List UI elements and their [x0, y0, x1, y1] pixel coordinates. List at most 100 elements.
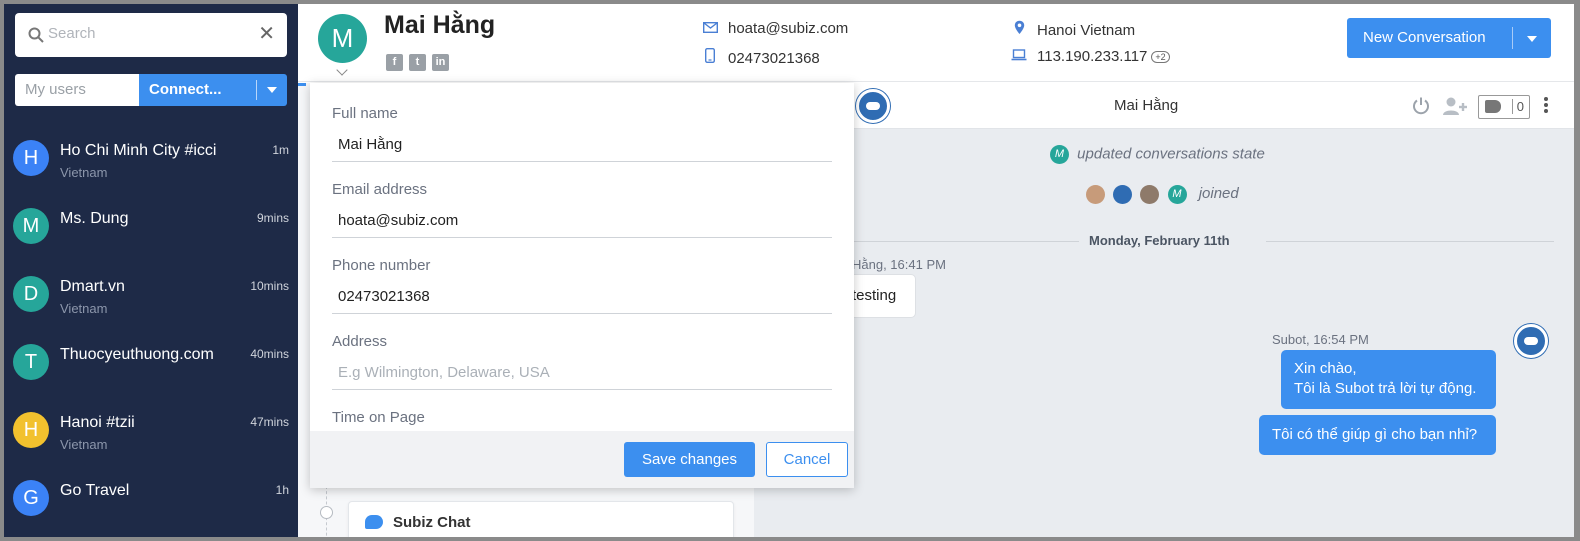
bot-avatar	[1113, 185, 1133, 204]
phone-input[interactable]: 02473021368	[338, 288, 430, 305]
user-avatar[interactable]: M	[318, 14, 367, 63]
date-label: Monday, February 11th	[1089, 233, 1230, 248]
field-label: Email address	[332, 181, 428, 198]
message-meta: Subot, 16:54 PM	[1272, 332, 1369, 347]
conversation-item[interactable]: H Ho Chi Minh City #icci Vietnam 1m	[4, 140, 298, 206]
avatar: G	[13, 480, 49, 516]
app-window: Search ✕ My users Connect... H Ho Chi Mi…	[0, 0, 1580, 541]
twitter-icon[interactable]: t	[409, 54, 426, 71]
power-icon[interactable]	[1411, 96, 1431, 116]
avatar: M	[13, 208, 49, 244]
time-on-page-field: Time on Page	[332, 409, 832, 426]
social-links: f t in	[386, 52, 455, 71]
chevron-down-icon[interactable]	[336, 64, 348, 76]
ip-extra-badge[interactable]: +2	[1151, 51, 1170, 64]
user-email: hoata@subiz.com	[702, 20, 848, 37]
my-users-filter[interactable]: My users	[15, 74, 139, 106]
conversation-location: Vietnam	[60, 437, 108, 452]
more-options-icon[interactable]	[1544, 97, 1548, 115]
conversation-item[interactable]: T Thuocyeuthuong.com 40mins	[4, 344, 298, 410]
full-name-field: Full name Mai Hằng	[332, 105, 832, 162]
linkedin-icon[interactable]: in	[432, 54, 449, 71]
chat-title: Mai Hằng	[1114, 97, 1179, 114]
conversation-time: 1h	[275, 483, 289, 497]
avatar: M	[1167, 185, 1187, 204]
conversation-item[interactable]: H Hanoi #tzii Vietnam 47mins	[4, 412, 298, 478]
search-input[interactable]: Search	[48, 25, 96, 42]
edit-user-popup: Full name Mai Hằng Email address hoata@s…	[310, 83, 854, 488]
timeline-card[interactable]: Subiz Chat	[348, 501, 734, 537]
avatar: T	[13, 344, 49, 380]
message-line: Tôi là Subot trả lời tự động.	[1294, 380, 1477, 397]
conversation-name: Go Travel	[60, 482, 130, 499]
message-line: Xin chào,	[1294, 360, 1357, 377]
user-ip: 113.190.233.117 +2	[1011, 48, 1170, 65]
conversation-name: Dmart.vn	[60, 278, 125, 295]
popup-footer: Save changes Cancel	[310, 431, 854, 488]
conversation-name: Hanoi #tzii	[60, 414, 135, 431]
save-changes-button[interactable]: Save changes	[624, 442, 755, 477]
tag-count: 0	[1511, 99, 1524, 114]
system-message: M updated conversations state	[1050, 145, 1265, 164]
system-message-text: joined	[1198, 185, 1239, 203]
location-text: Hanoi Vietnam	[1037, 22, 1136, 39]
new-conversation-label: New Conversation	[1363, 29, 1486, 46]
search-icon	[28, 27, 44, 43]
outgoing-message: Xin chào, Tôi là Subot trả lời tự động.	[1281, 350, 1496, 409]
phone-icon	[702, 47, 718, 67]
conversation-item[interactable]: D Dmart.vn Vietnam 10mins	[4, 276, 298, 342]
system-message: M joined	[1086, 185, 1239, 204]
system-message-text: updated conversations state	[1077, 145, 1265, 163]
conversation-time: 9mins	[256, 211, 289, 225]
field-label: Phone number	[332, 257, 431, 274]
avatar	[1140, 185, 1160, 204]
ip-text: 113.190.233.117	[1037, 48, 1148, 65]
conversation-item[interactable]: M Ms. Dung 9mins	[4, 208, 298, 274]
caret-down-icon[interactable]	[1527, 36, 1537, 42]
bot-avatar	[856, 89, 890, 123]
cancel-button[interactable]: Cancel	[766, 442, 848, 477]
connect-dropdown[interactable]: Connect...	[139, 74, 287, 106]
phone-field: Phone number 02473021368	[332, 257, 832, 314]
chat-toolbar: Mai Hằng 0	[754, 83, 1574, 129]
search-box[interactable]: Search ✕	[15, 13, 287, 57]
email-input[interactable]: hoata@subiz.com	[338, 212, 458, 229]
connect-label: Connect...	[149, 81, 222, 98]
avatar	[1086, 185, 1105, 204]
conversation-name: Ms. Dung	[60, 210, 129, 227]
timeline-dot	[320, 506, 333, 519]
conversation-name: Thuocyeuthuong.com	[60, 346, 214, 363]
date-separator: Monday, February 11th	[814, 231, 1554, 253]
avatar: D	[13, 276, 49, 312]
new-conversation-button[interactable]: New Conversation	[1347, 18, 1551, 58]
facebook-icon[interactable]: f	[386, 54, 403, 71]
avatar: H	[13, 140, 49, 176]
bot-avatar	[1514, 324, 1548, 358]
tag-icon	[1485, 100, 1501, 113]
user-filter: My users Connect...	[15, 74, 287, 106]
address-input[interactable]: E.g Wilmington, Delaware, USA	[338, 364, 550, 381]
conversation-time: 40mins	[250, 347, 289, 361]
laptop-icon	[1011, 48, 1027, 65]
edit-user-form: Full name Mai Hằng Email address hoata@s…	[310, 83, 854, 431]
full-name-input[interactable]: Mai Hằng	[338, 136, 402, 153]
conversation-item[interactable]: G Go Travel 1h	[4, 480, 298, 537]
avatar: H	[13, 412, 49, 448]
caret-down-icon[interactable]	[267, 87, 277, 93]
chat-bubble-icon	[365, 515, 383, 529]
field-label: Time on Page	[332, 409, 425, 426]
add-user-icon[interactable]	[1442, 96, 1468, 116]
conversation-time: 10mins	[250, 279, 289, 293]
timeline-card-label: Subiz Chat	[393, 514, 471, 531]
outgoing-message: Tôi có thể giúp gì cho bạn nhỉ?	[1259, 415, 1496, 455]
address-field: Address E.g Wilmington, Delaware, USA	[332, 333, 832, 390]
conversation-location: Vietnam	[60, 165, 108, 180]
clear-search-icon[interactable]: ✕	[258, 23, 275, 45]
email-text: hoata@subiz.com	[728, 20, 849, 37]
map-pin-icon	[1011, 20, 1027, 39]
user-phone: 02473021368	[702, 47, 820, 67]
tag-button[interactable]: 0	[1478, 95, 1530, 119]
user-header: M Mai Hằng f t in hoata@subiz.com 02473021…	[298, 4, 1574, 82]
avatar: M	[1050, 145, 1069, 164]
conversation-time: 47mins	[250, 415, 289, 429]
